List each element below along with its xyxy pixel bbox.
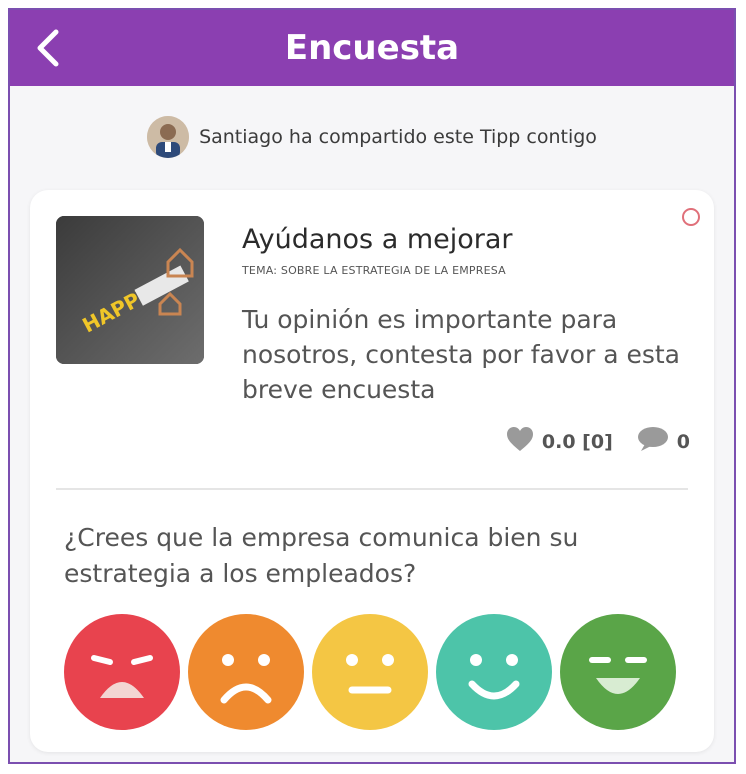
shared-by-banner: Santiago ha compartido este Tipp contigo <box>10 116 734 158</box>
survey-topic: TEMA: SOBRE LA ESTRATEGIA DE LA EMPRESA <box>242 264 506 277</box>
happy-face-icon[interactable] <box>436 614 552 730</box>
survey-description: Tu opinión es importante para nosotros, … <box>242 305 680 404</box>
app-window: Encuesta Santiago ha compartido este Tip… <box>8 8 736 764</box>
status-indicator <box>682 208 700 226</box>
shared-by-text: Santiago ha compartido este Tipp contigo <box>199 126 597 148</box>
divider <box>56 488 688 490</box>
comment-count: 0 <box>676 430 690 453</box>
sad-face-icon[interactable] <box>188 614 304 730</box>
header: Encuesta <box>10 10 734 86</box>
neutral-face-icon[interactable] <box>312 614 428 730</box>
page-title: Encuesta <box>284 28 460 68</box>
survey-card[interactable]: HAPPY Ayúdanos a mejorar TEMA: SOBRE LA … <box>30 190 714 752</box>
heart-icon[interactable] <box>506 426 534 457</box>
chevron-left-icon[interactable] <box>28 26 68 70</box>
survey-question: ¿Crees que la empresa comunica bien su e… <box>64 523 579 588</box>
very-happy-face-icon[interactable] <box>560 614 676 730</box>
rating-options <box>64 614 676 730</box>
survey-image: HAPPY <box>56 216 204 364</box>
rating-value: 0.0 [0] <box>541 430 613 453</box>
comment-icon[interactable] <box>637 426 669 457</box>
avatar <box>147 116 190 158</box>
survey-title: Ayúdanos a mejorar <box>242 224 513 255</box>
survey-stats: 0.0 [0] 0 <box>506 426 690 457</box>
very-sad-face-icon[interactable] <box>64 614 180 730</box>
